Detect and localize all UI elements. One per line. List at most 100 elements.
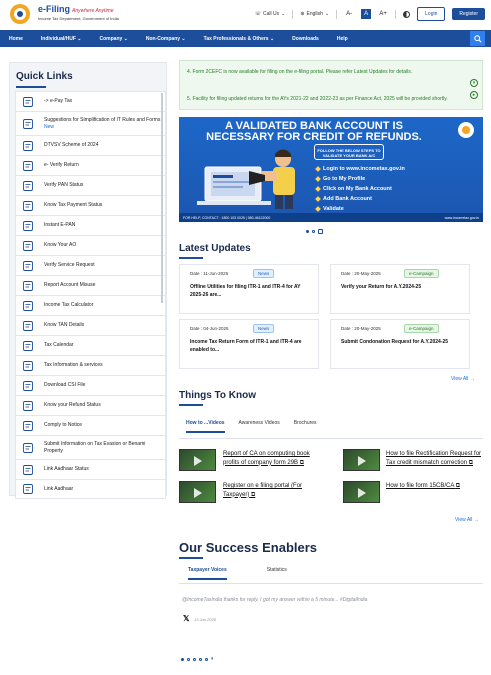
quick-link-label: Report Account Misuse bbox=[44, 282, 96, 288]
nav-non-company[interactable]: Non-Company ⌄ bbox=[137, 36, 195, 42]
nav-help[interactable]: Help bbox=[328, 36, 357, 42]
quick-link-label: Know TAN Details bbox=[44, 322, 85, 328]
nav-individual[interactable]: Individual/HUF ⌄ bbox=[32, 36, 91, 42]
quick-link-item[interactable]: e- Verify Return bbox=[15, 155, 166, 175]
register-button[interactable]: Register bbox=[452, 8, 485, 20]
update-card[interactable]: Date : 11-Jun-2025 News Offline Utilities … bbox=[179, 264, 319, 314]
play-icon[interactable]: ▸ bbox=[470, 91, 478, 99]
pagination-dot[interactable] bbox=[181, 657, 184, 661]
nav-downloads[interactable]: Downloads bbox=[283, 36, 328, 42]
tab-brochures[interactable]: Brochures bbox=[294, 420, 317, 433]
update-card[interactable]: Date : 04-Jun-2025 News Income Tax Return … bbox=[179, 319, 319, 369]
carousel-dot[interactable] bbox=[306, 230, 309, 233]
quick-link-item[interactable]: Know Your AO bbox=[15, 235, 166, 255]
aadhaar-status-icon bbox=[23, 464, 33, 475]
brand-tagline: Anywhere Anytime bbox=[72, 8, 114, 14]
notice-icon bbox=[23, 420, 33, 431]
things-to-know-view-all[interactable]: View All → bbox=[455, 517, 479, 523]
update-card[interactable]: Date : 20-May-2025 e-Campaign Verify your … bbox=[330, 264, 470, 314]
quick-link-item[interactable]: Submit Information on Tax Evasion or Ben… bbox=[15, 435, 166, 459]
pause-icon[interactable]: ⏸ bbox=[470, 79, 478, 87]
quick-link-item[interactable]: Tax Calendar bbox=[15, 335, 166, 355]
pagination-dot[interactable] bbox=[193, 657, 196, 661]
update-card[interactable]: Date : 20-May-2025 e-Campaign Submit Condo… bbox=[330, 319, 470, 369]
latest-updates-view-all[interactable]: View All → bbox=[451, 376, 475, 382]
update-title[interactable]: Offline Utilities for filing ITR-1 and I… bbox=[190, 283, 312, 299]
video-thumbnail[interactable] bbox=[179, 449, 216, 471]
font-increase-button[interactable]: A+ bbox=[378, 9, 388, 19]
quick-link-item[interactable]: Verify Service Request bbox=[15, 255, 166, 275]
tab-statistics[interactable]: Statistics bbox=[267, 567, 287, 580]
scrollbar[interactable] bbox=[161, 93, 163, 303]
hero-banner[interactable]: A VALIDATED BANK ACCOUNT IS NECESSARY FO… bbox=[179, 117, 483, 222]
quick-link-item[interactable]: Tax Information & services bbox=[15, 355, 166, 375]
login-button[interactable]: Login bbox=[417, 7, 446, 21]
nav-company[interactable]: Company ⌄ bbox=[91, 36, 137, 42]
video-title-link[interactable]: Register on e filing portal (For Taxpaye… bbox=[223, 482, 323, 499]
tab-awareness-videos[interactable]: Awareness Videos bbox=[239, 420, 280, 433]
search-button[interactable] bbox=[470, 31, 485, 46]
quick-link-item[interactable]: Suggestions for Simplification of IT Rul… bbox=[15, 111, 166, 135]
brand-subtitle: Income Tax Department, Government of Ind… bbox=[38, 16, 119, 21]
quick-link-item[interactable]: Know TAN Details bbox=[15, 315, 166, 335]
tab-taxpayer-voices[interactable]: Taxpayer Voices bbox=[188, 567, 227, 580]
quick-link-item[interactable]: Know your Refund Status bbox=[15, 395, 166, 415]
quick-link-item[interactable]: Link Aadhaar Status bbox=[15, 459, 166, 479]
pagination-dot[interactable] bbox=[205, 657, 208, 661]
aadhaar-link-icon bbox=[23, 484, 33, 494]
tab-how-to-videos[interactable]: How to ...Videos bbox=[186, 420, 225, 433]
language-select[interactable]: ⊕ English ⌄ bbox=[300, 11, 329, 17]
quick-link-label: Know Your AO bbox=[44, 242, 77, 248]
quick-link-item[interactable]: -> e-Pay Tax bbox=[15, 91, 166, 111]
update-title[interactable]: Verify your Return for A.Y.2024-25 bbox=[341, 283, 463, 291]
misuse-icon bbox=[23, 280, 33, 291]
font-normal-button[interactable]: A bbox=[361, 9, 372, 19]
video-thumbnail[interactable] bbox=[179, 481, 216, 503]
x-logo-icon[interactable]: 𝕏 bbox=[183, 614, 189, 623]
video-thumbnail[interactable] bbox=[343, 481, 380, 503]
title-underline bbox=[16, 86, 46, 88]
phone-icon: ☏ bbox=[254, 11, 261, 17]
update-title[interactable]: Submit Condonation Request for A.Y.2024-… bbox=[341, 338, 463, 346]
font-decrease-button[interactable]: A- bbox=[344, 9, 354, 19]
quick-link-item[interactable]: Income Tax Calculator bbox=[15, 295, 166, 315]
pause-icon[interactable]: ⏸ bbox=[211, 656, 214, 662]
video-title-link[interactable]: Report of CA on computing book profits o… bbox=[223, 450, 323, 467]
testimonial-text: @IncomeTaxIndia thanks for reply. I got … bbox=[182, 597, 368, 603]
payment-status-icon bbox=[23, 200, 33, 211]
video-thumbnail[interactable] bbox=[343, 449, 380, 471]
update-title[interactable]: Income Tax Return Form of ITR-1 and ITR-… bbox=[190, 338, 312, 354]
download-icon bbox=[23, 380, 33, 391]
pagination-dot[interactable] bbox=[199, 657, 202, 661]
contrast-icon[interactable] bbox=[403, 10, 411, 18]
quick-link-item[interactable]: Comply to Notice bbox=[15, 415, 166, 435]
bullet-icon bbox=[315, 196, 321, 202]
nav-tax-professionals[interactable]: Tax Professionals & Others ⌄ bbox=[195, 36, 284, 42]
pagination-dot[interactable] bbox=[187, 657, 190, 661]
quick-link-item[interactable]: Verify PAN Status bbox=[15, 175, 166, 195]
title-underline bbox=[179, 257, 203, 259]
quick-link-label: Verify PAN Status bbox=[44, 182, 84, 188]
quick-link-item[interactable]: Instant E-PAN bbox=[15, 215, 166, 235]
quick-link-item[interactable]: Report Account Misuse bbox=[15, 275, 166, 295]
quick-link-item[interactable]: Link Aadhaar bbox=[15, 479, 166, 499]
quick-link-label: Tax Information & services bbox=[44, 362, 103, 368]
video-title-link[interactable]: How to file Rectification Request for Ta… bbox=[386, 450, 486, 467]
call-us[interactable]: ☏ Call Us ⌄ bbox=[255, 11, 286, 17]
carousel-dot[interactable] bbox=[312, 230, 315, 233]
banner-step-text: Go to My Profile bbox=[323, 176, 366, 182]
new-badge: New bbox=[44, 123, 55, 130]
update-date: Date : 20-May-2025 bbox=[341, 271, 381, 276]
call-us-label: Call Us bbox=[263, 11, 280, 17]
nav-home[interactable]: Home bbox=[0, 36, 32, 42]
update-badge: e-Campaign bbox=[404, 324, 439, 333]
video-title-link[interactable]: How to file form 15CB/CA ⧉ bbox=[386, 482, 486, 491]
update-badge: News bbox=[253, 269, 275, 278]
quick-link-item[interactable]: DTVSV Scheme of 2024 bbox=[15, 135, 166, 155]
banner-steps: Login to www.incometax.gov.in Go to My Pr… bbox=[315, 164, 405, 214]
quick-link-item[interactable]: Download CSI File bbox=[15, 375, 166, 395]
carousel-pause-icon[interactable] bbox=[318, 229, 323, 234]
banner-step: Click on My Bank Account bbox=[315, 184, 405, 194]
quick-link-item[interactable]: Know Tax Payment Status bbox=[15, 195, 166, 215]
emblem-logo[interactable] bbox=[7, 3, 33, 25]
